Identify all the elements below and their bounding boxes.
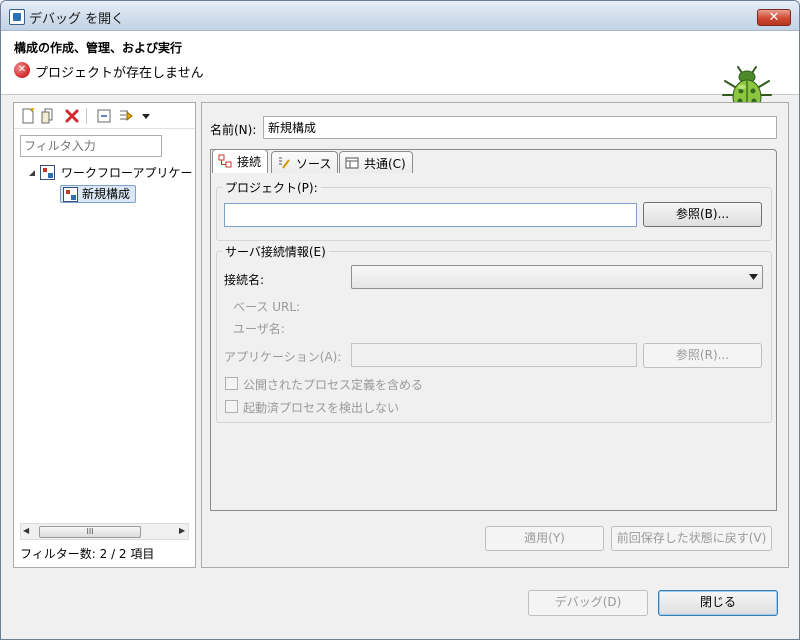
dialog-window: デバッグ を開く ✕ 構成の作成、管理、および実行 ✕ プロジェクトが存在しませ… xyxy=(0,0,800,640)
left-toolbar xyxy=(14,103,195,129)
connection-name-label: 接続名: xyxy=(224,273,265,287)
include-published-label: 公開されたプロセス定義を含める xyxy=(243,378,424,392)
select-chevron-down-icon[interactable] xyxy=(749,274,758,280)
scroll-left-arrow-icon[interactable]: ◀ xyxy=(23,526,29,535)
tab-label: 共通(C) xyxy=(364,157,406,171)
close-window-button[interactable]: ✕ xyxy=(757,9,791,26)
configuration-list-panel: ワークフローアプリケー 新規構成 ◀ III ▶ フィルター数: 2 / 2 項… xyxy=(13,102,196,568)
duplicate-icon[interactable] xyxy=(40,108,56,124)
revert-button[interactable]: 前回保存した状態に戻す(V) xyxy=(611,526,772,551)
source-icon xyxy=(279,157,290,169)
project-field[interactable] xyxy=(224,203,637,227)
title-bar: デバッグ を開く ✕ xyxy=(1,1,799,31)
filter-count-label: フィルター数: 2 / 2 項目 xyxy=(20,547,155,561)
delete-icon[interactable] xyxy=(64,108,80,124)
tab-label: 接続 xyxy=(237,155,262,169)
close-dialog-button[interactable]: 閉じる xyxy=(658,590,778,616)
debug-button[interactable]: デバッグ(D) xyxy=(528,590,648,616)
server-group-label: サーバ接続情報(E) xyxy=(222,243,329,260)
application-field[interactable] xyxy=(351,343,637,367)
tree-item-new-config[interactable]: 新規構成 xyxy=(60,185,136,203)
workflow-app-icon xyxy=(40,165,55,180)
project-group-label: プロジェクト(P): xyxy=(222,179,321,196)
filter-input[interactable] xyxy=(20,135,162,157)
common-icon xyxy=(345,157,359,169)
tab-common[interactable]: 共通(C) xyxy=(339,151,413,173)
collapse-all-icon[interactable] xyxy=(96,108,112,124)
filter-icon[interactable] xyxy=(118,108,134,124)
name-field[interactable]: 新規構成 xyxy=(263,116,777,139)
horizontal-scrollbar[interactable]: ◀ III ▶ xyxy=(20,523,189,540)
new-config-icon[interactable] xyxy=(20,108,36,124)
tab-label: ソース xyxy=(296,157,332,171)
connection-icon xyxy=(218,154,232,168)
include-published-checkbox[interactable] xyxy=(225,377,238,390)
tree-expanded-arrow-icon[interactable] xyxy=(28,169,36,177)
no-detect-started-label: 起動済プロセスを検出しない xyxy=(243,401,400,415)
tree-item-label: ワークフローアプリケー xyxy=(61,166,193,180)
tree-item-label: 新規構成 xyxy=(82,187,131,201)
window-title: デバッグ を開く xyxy=(29,12,125,27)
name-label: 名前(N): xyxy=(210,123,257,137)
header-title: 構成の作成、管理、および実行 xyxy=(14,41,183,55)
toolbar-separator xyxy=(86,108,87,124)
connection-name-select[interactable] xyxy=(351,265,763,289)
apply-button[interactable]: 適用(Y) xyxy=(485,526,604,551)
view-menu-chevron-down-icon[interactable] xyxy=(138,108,154,124)
tab-connection[interactable]: 接続 xyxy=(212,149,269,173)
tab-source[interactable]: ソース xyxy=(271,151,339,173)
error-icon: ✕ xyxy=(14,62,30,78)
eclipse-debug-icon xyxy=(9,9,25,25)
base-url-label: ベース URL: xyxy=(233,300,301,314)
browse-project-button[interactable]: 参照(B)... xyxy=(643,202,762,227)
configuration-editor-panel: 名前(N): 新規構成 接続 ソース 共通(C) プロジェクト(P): 参照(B… xyxy=(201,102,789,568)
scroll-thumb[interactable]: III xyxy=(39,526,141,538)
application-label: アプリケーション(A): xyxy=(224,350,342,364)
no-detect-started-checkbox[interactable] xyxy=(225,400,238,413)
error-message: プロジェクトが存在しません xyxy=(35,66,204,81)
header-banner: 構成の作成、管理、および実行 ✕ プロジェクトが存在しません xyxy=(1,31,799,115)
scroll-right-arrow-icon[interactable]: ▶ xyxy=(179,526,185,535)
config-icon xyxy=(63,187,78,202)
browse-application-button[interactable]: 参照(R)... xyxy=(643,343,762,368)
user-name-label: ユーザ名: xyxy=(233,322,285,336)
